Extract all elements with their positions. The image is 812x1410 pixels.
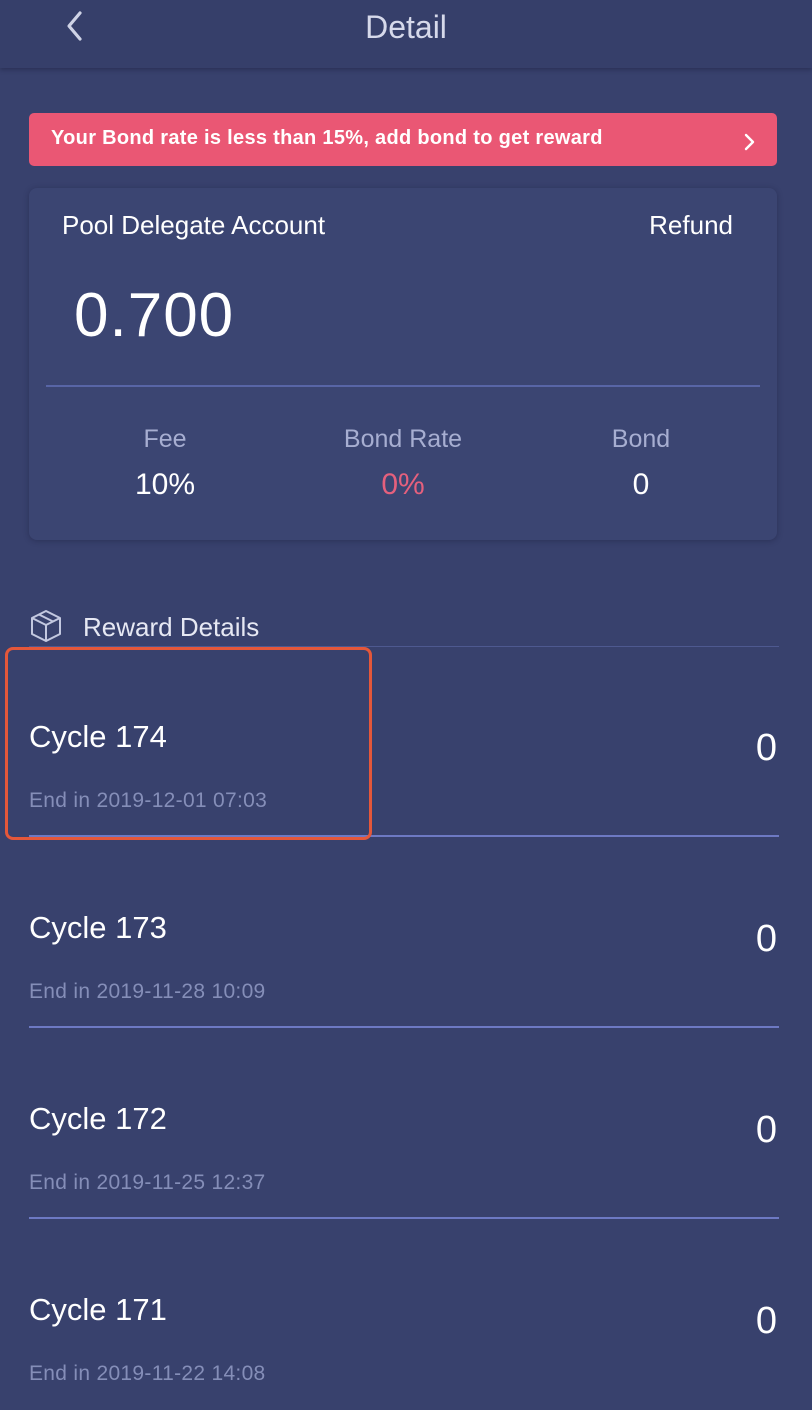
cycle-reward-amount: 0 (755, 1300, 777, 1342)
row-divider (29, 1026, 779, 1028)
cycle-title: Cycle 171 (29, 1292, 167, 1327)
cycle-reward-amount: 0 (755, 918, 777, 960)
stat-value: 0 (632, 468, 650, 501)
highlight-annotation (5, 647, 372, 840)
cycle-title: Cycle 173 (29, 910, 167, 945)
stat-label: Bond (611, 425, 671, 453)
top-bar: Detail (0, 0, 812, 68)
stat-label: Bond Rate (343, 425, 463, 453)
stat-label: Fee (143, 425, 187, 453)
cube-icon (31, 610, 61, 642)
row-divider (29, 1217, 779, 1219)
section-title: Reward Details (83, 612, 260, 642)
cycle-row[interactable]: Cycle 171 End in 2019-11-22 14:08 0 (29, 1220, 779, 1410)
account-balance: 0.700 (74, 281, 235, 350)
cycle-reward-amount: 0 (755, 727, 777, 769)
stat-fee: Fee 10% (55, 424, 275, 502)
account-title: Pool Delegate Account (62, 210, 326, 240)
cycle-reward-amount: 0 (755, 1109, 777, 1151)
cycle-row[interactable]: Cycle 172 End in 2019-11-25 12:37 0 (29, 1029, 779, 1219)
stat-bond-rate: Bond Rate 0% (293, 424, 513, 502)
page-title: Detail (365, 9, 447, 45)
stat-value: 0% (381, 468, 425, 501)
bond-rate-alert-banner[interactable]: Your Bond rate is less than 15%, add bon… (29, 113, 777, 166)
cycle-title: Cycle 172 (29, 1101, 167, 1136)
cycle-end-time: End in 2019-11-28 10:09 (29, 980, 266, 1003)
stat-bond: Bond 0 (531, 424, 751, 502)
card-divider (46, 385, 760, 387)
cycle-end-time: End in 2019-11-22 14:08 (29, 1362, 266, 1385)
cycle-row[interactable]: Cycle 173 End in 2019-11-28 10:09 0 (29, 838, 779, 1028)
chevron-right-icon (744, 133, 755, 151)
alert-message: Your Bond rate is less than 15%, add bon… (51, 127, 603, 149)
account-card: Pool Delegate Account Refund 0.700 Fee 1… (29, 188, 777, 540)
refund-button[interactable]: Refund (649, 210, 733, 241)
cycle-end-time: End in 2019-11-25 12:37 (29, 1171, 266, 1194)
stat-value: 10% (134, 468, 196, 501)
